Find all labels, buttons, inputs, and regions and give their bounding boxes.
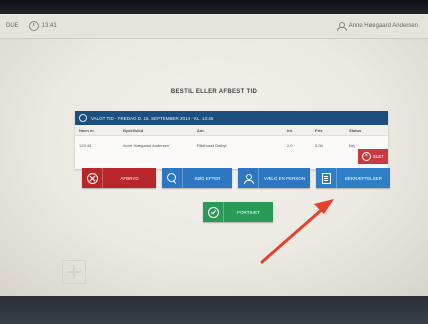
clock-time: 13:41 (41, 23, 57, 29)
person-icon (243, 173, 254, 184)
cancel-button[interactable]: AFBRYD (82, 168, 156, 188)
confirmations-button-label: BEKRÆFTELSER (344, 175, 382, 181)
continue-button-label: FORTSÆT (237, 209, 260, 215)
column-header: Pris (315, 127, 323, 133)
user-info[interactable]: Anne Høegaard Andersen (336, 22, 428, 31)
page-title: BESTIL ELLER AFBEST TID (170, 89, 258, 95)
top-bar-left-label: DUE (6, 23, 19, 29)
table-cell: Anne Høegaard Andersen (123, 142, 170, 148)
table-cell: 2,0 (287, 142, 293, 148)
user-name: Anne Høegaard Andersen (348, 23, 418, 29)
column-header: Navn nr. (79, 127, 95, 133)
plus-watermark-icon (62, 260, 86, 284)
clock: 13:41 (28, 21, 57, 31)
document-icon (321, 172, 331, 184)
kiosk-screen: DUE 13:41 Anne Høegaard Andersen BESTIL … (0, 14, 428, 296)
monitor-bezel-top (0, 0, 428, 14)
search-button-label: SØG EFTER (194, 175, 221, 181)
delete-button-label: SLET (372, 154, 385, 159)
close-circle-icon (86, 172, 98, 184)
monitor-bezel-bottom (0, 296, 428, 324)
column-header: Bydel/sted (123, 127, 144, 133)
user-icon (336, 22, 347, 31)
table-header: Navn nr. Bydel/sted Adr. Int. Pris Statu… (75, 125, 388, 136)
table-row[interactable]: 123 45 Anne Høegaard Andersen Rådhuset D… (75, 136, 388, 154)
delete-button[interactable]: × SLET (358, 149, 388, 164)
top-bar: DUE 13:41 Anne Høegaard Andersen (0, 14, 428, 39)
table-cell: 0,00 (315, 142, 323, 148)
table-cell: Rådhuset Dalbyt (197, 142, 227, 148)
choose-person-button[interactable]: VÆLG EN PERSON (238, 168, 310, 188)
table-cell: 123 45 (79, 142, 92, 148)
panel-header: VALGT TID - FREDAG D. 15. SEPTEMBER 2014… (75, 111, 388, 125)
booking-table: Navn nr. Bydel/sted Adr. Int. Pris Statu… (75, 125, 388, 154)
check-circle-icon (79, 114, 87, 122)
booking-panel: VALGT TID - FREDAG D. 15. SEPTEMBER 2014… (75, 111, 388, 169)
confirmations-button[interactable]: BEKRÆFTELSER (316, 168, 390, 188)
column-header: Status (349, 127, 362, 133)
panel-header-text: VALGT TID - FREDAG D. 15. SEPTEMBER 2014… (91, 115, 214, 121)
check-circle-icon (207, 206, 219, 218)
choose-person-button-label: VÆLG EN PERSON (263, 175, 306, 181)
column-header: Adr. (197, 127, 205, 133)
continue-button[interactable]: FORTSÆT (203, 202, 273, 222)
search-icon (166, 172, 176, 182)
close-circle-icon: × (361, 152, 371, 161)
search-button[interactable]: SØG EFTER (162, 168, 232, 188)
column-header: Int. (287, 127, 293, 133)
table-cell: Nej (349, 142, 356, 148)
clock-icon (28, 21, 39, 31)
cancel-button-label: AFBRYD (120, 175, 139, 181)
